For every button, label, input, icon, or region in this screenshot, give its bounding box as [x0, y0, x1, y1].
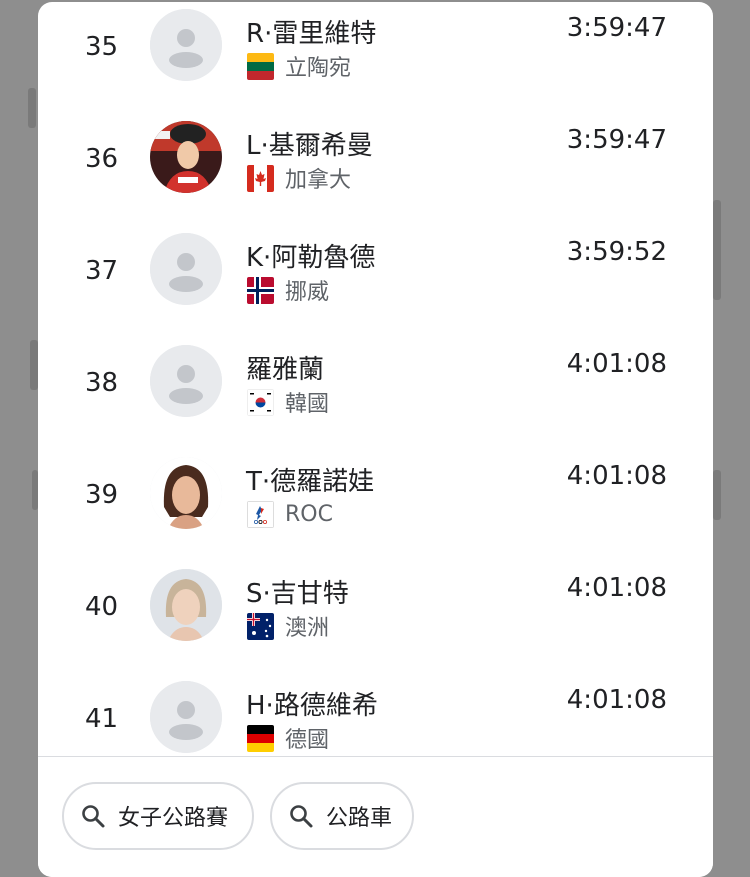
athlete-name: K·阿勒魯德	[246, 243, 376, 273]
australia-flag-icon	[247, 612, 274, 640]
country-name: ROC	[285, 501, 333, 527]
finish-time: 4:01:08	[566, 685, 667, 715]
country-name: 澳洲	[285, 616, 330, 641]
athlete-name: T·德羅諾娃	[246, 467, 375, 497]
avatar-placeholder-icon	[150, 9, 222, 81]
result-row[interactable]: 40 S·吉甘特 澳洲 4:01:08	[38, 565, 713, 677]
finish-time: 4:01:08	[566, 349, 667, 379]
related-searches-bar: 女子公路賽 公路車	[38, 756, 713, 877]
rank-number: 37	[84, 256, 119, 286]
rank-number: 38	[84, 368, 119, 398]
rank-number: 39	[84, 480, 119, 510]
athlete-photo	[150, 121, 222, 193]
korea-flag-icon	[247, 388, 274, 416]
chip-label: 公路車	[326, 806, 393, 831]
search-icon	[290, 805, 313, 828]
canada-flag-icon	[247, 164, 274, 192]
finish-time: 3:59:52	[566, 237, 667, 267]
finish-time: 3:59:47	[566, 125, 667, 155]
country-name: 加拿大	[285, 168, 352, 193]
chip-label: 女子公路賽	[118, 806, 229, 831]
athlete-name: 羅雅蘭	[246, 355, 325, 385]
rank-number: 36	[84, 144, 119, 174]
results-list[interactable]: 35 R·雷里維特 立陶宛 3:59:47 36 L·基爾希曼 加拿大 3:59…	[38, 2, 713, 756]
finish-time: 4:01:08	[566, 461, 667, 491]
result-row[interactable]: 36 L·基爾希曼 加拿大 3:59:47	[38, 117, 713, 229]
country-name: 韓國	[285, 392, 330, 417]
finish-time: 4:01:08	[566, 573, 667, 603]
country-name: 立陶宛	[285, 56, 352, 81]
athlete-name: H·路德維希	[246, 691, 378, 721]
athlete-photo	[150, 569, 222, 641]
athlete-name: S·吉甘特	[246, 579, 349, 609]
lithuania-flag-icon	[247, 52, 274, 80]
rank-number: 41	[84, 704, 119, 734]
avatar-placeholder-icon	[150, 233, 222, 305]
result-row[interactable]: 37 K·阿勒魯德 挪威 3:59:52	[38, 229, 713, 341]
avatar-placeholder-icon	[150, 681, 222, 753]
result-row[interactable]: 38 羅雅蘭 韓國 4:01:08	[38, 341, 713, 453]
avatar-placeholder-icon	[150, 345, 222, 417]
result-row[interactable]: 39 T·德羅諾娃 ROC 4:01:08	[38, 453, 713, 565]
germany-flag-icon	[247, 724, 274, 752]
norway-flag-icon	[247, 276, 274, 304]
athlete-name: L·基爾希曼	[246, 131, 373, 161]
rank-number: 40	[84, 592, 119, 622]
result-row[interactable]: 35 R·雷里維特 立陶宛 3:59:47	[38, 5, 713, 117]
result-row[interactable]: 41 H·路德維希 德國 4:01:08	[38, 677, 713, 756]
finish-time: 3:59:47	[566, 13, 667, 43]
related-search-chip-womens-road-race[interactable]: 女子公路賽	[62, 782, 254, 850]
roc-flag-icon	[247, 500, 274, 528]
athlete-name: R·雷里維特	[246, 19, 377, 49]
related-search-chip-road-bike[interactable]: 公路車	[270, 782, 414, 850]
country-name: 德國	[285, 728, 330, 753]
search-icon	[82, 805, 105, 828]
athlete-photo	[150, 457, 222, 529]
country-name: 挪威	[285, 280, 330, 305]
rank-number: 35	[84, 32, 119, 62]
results-sheet: 35 R·雷里維特 立陶宛 3:59:47 36 L·基爾希曼 加拿大 3:59…	[38, 2, 713, 877]
